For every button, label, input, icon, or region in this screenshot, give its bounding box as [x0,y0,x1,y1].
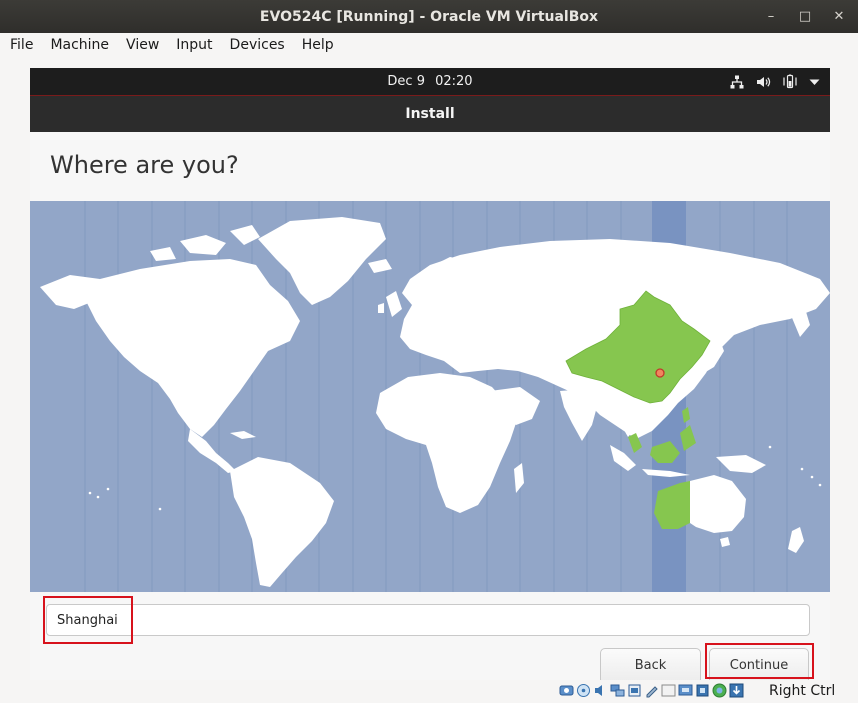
network-wired-icon [730,75,744,89]
close-button[interactable]: ✕ [822,0,856,33]
world-map [30,201,830,592]
menu-help[interactable]: Help [293,33,342,57]
highlight-continue-button [705,643,814,679]
minimize-button[interactable]: – [754,0,788,33]
back-button[interactable]: Back [600,648,701,680]
network-icon[interactable] [610,683,625,698]
display-icon[interactable] [661,683,676,698]
gnome-top-bar: Dec 9 02:20 [30,68,830,95]
host-key-label: Right Ctrl [769,683,836,699]
highlight-location-input [43,596,133,644]
video-capture-icon[interactable] [678,683,693,698]
audio-icon[interactable] [593,683,608,698]
optical-drive-icon[interactable] [576,683,591,698]
menu-machine[interactable]: Machine [41,33,117,57]
status-bar: Right Ctrl [0,680,858,703]
clock-time: 02:20 [435,74,473,89]
mouse-integration-icon[interactable] [712,683,727,698]
guest-screen: Dec 9 02:20 Install Where are you? Shang… [30,68,830,680]
window-titlebar: EVO524C [Running] - Oracle VM VirtualBox… [0,0,858,33]
menu-file[interactable]: File [0,33,41,57]
menu-input[interactable]: Input [167,33,220,57]
page-title: Where are you? [50,151,239,179]
system-tray[interactable] [730,68,820,95]
hard-disk-icon[interactable] [559,683,574,698]
system-menu-arrow-icon [809,78,820,86]
menu-devices[interactable]: Devices [221,33,293,57]
window-title: EVO524C [Running] - Oracle VM VirtualBox [259,8,599,25]
clock-date: Dec 9 [387,74,425,89]
timezone-map[interactable] [30,201,830,592]
location-pin-icon [655,368,665,378]
shared-folder-icon[interactable] [644,683,659,698]
menu-view[interactable]: View [117,33,167,57]
keyboard-capture-icon[interactable] [729,683,744,698]
location-input[interactable] [46,604,810,636]
cpu-icon[interactable] [695,683,710,698]
volume-icon [756,75,771,89]
maximize-button[interactable]: □ [788,0,822,33]
battery-icon [783,74,797,89]
menu-bar: File Machine View Input Devices Help [0,33,858,57]
installer-header: Install [30,95,830,132]
clock[interactable]: Dec 9 02:20 [30,68,830,95]
usb-icon[interactable] [627,683,642,698]
